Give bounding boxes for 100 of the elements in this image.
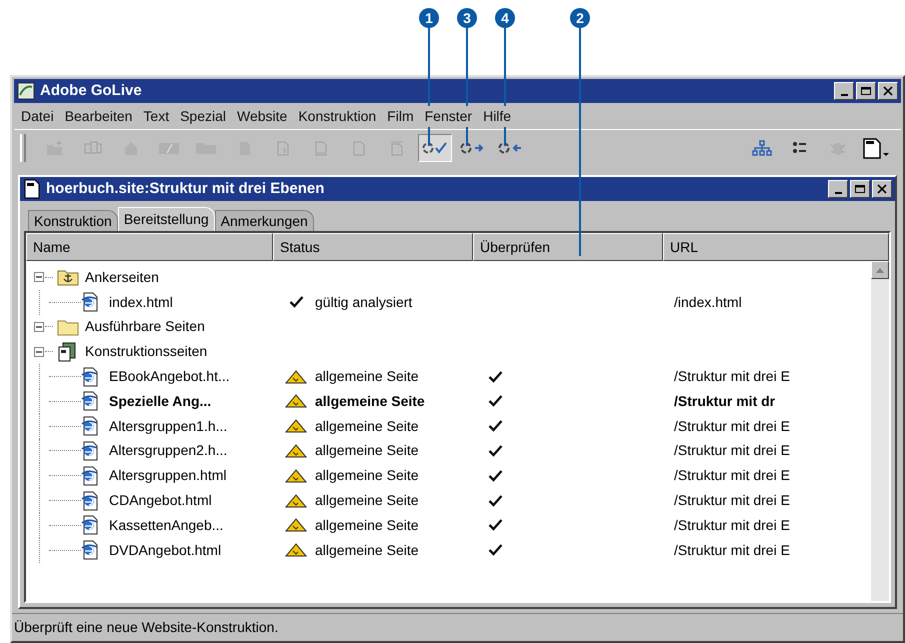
- anchor-folder-icon: [57, 268, 79, 286]
- tree-row[interactable]: Spezielle Ang... allgemeine Seite /Struktur mit dr: [34, 388, 871, 414]
- window-title: hoerbuch.site:Struktur mit drei Ebenen: [46, 178, 326, 199]
- maximize-button[interactable]: [856, 82, 876, 100]
- tab[interactable]: Bereitstellung: [118, 207, 215, 231]
- site-icon: [23, 179, 41, 199]
- sync-check-icon[interactable]: [418, 134, 452, 162]
- tree-item-label[interactable]: KassettenAngeb...: [109, 514, 224, 536]
- url-text: /Struktur mit drei E: [673, 540, 790, 560]
- collapse-icon[interactable]: [34, 346, 44, 357]
- close-button[interactable]: [872, 180, 892, 198]
- warning-icon: [285, 494, 307, 508]
- window-title: Adobe GoLive: [40, 80, 143, 101]
- web-page-icon: [81, 490, 99, 511]
- status-text: allgemeine Seite: [315, 441, 419, 460]
- web-page-icon: [81, 391, 99, 412]
- minimize-icon: [834, 192, 842, 194]
- web-page-icon: [81, 366, 99, 387]
- web-page-icon: [81, 292, 99, 312]
- tree-row[interactable]: Altersgruppen1.h... allgemeine Seite /Struktur mit drei E: [34, 414, 871, 439]
- scrollbar[interactable]: [871, 261, 889, 601]
- callout-number: 3: [457, 8, 477, 28]
- url-text: /index.html: [673, 292, 742, 312]
- tree-row[interactable]: EBookAngebot.ht... allgemeine Seite /Struktur mit drei E: [34, 364, 871, 389]
- tree-row[interactable]: Altersgruppen.html allgemeine Seite /Struktur mit drei E: [34, 463, 871, 488]
- web-page-icon: [81, 540, 99, 560]
- url-text: /Struktur mit drei E: [673, 441, 790, 460]
- tab[interactable]: Anmerkungen: [214, 210, 314, 231]
- tree-row[interactable]: index.html gültig analysiert /index.html: [34, 290, 871, 315]
- folder-icon: [57, 318, 79, 336]
- checkmark-icon: [288, 296, 304, 308]
- tree-item-label[interactable]: Konstruktionsseiten: [85, 341, 208, 362]
- checkmark-icon: [488, 370, 503, 383]
- status-text: allgemeine Seite: [315, 392, 425, 411]
- tree-item-label[interactable]: index.html: [109, 292, 173, 313]
- tree-item-label[interactable]: DVDAngebot.html: [109, 540, 222, 561]
- checkmark-icon: [488, 420, 503, 432]
- tab[interactable]: Konstruktion: [28, 210, 118, 231]
- scroll-up-button[interactable]: [871, 261, 889, 279]
- checkmark-icon: [488, 395, 503, 408]
- warning-icon: [285, 543, 307, 558]
- tree-item-label[interactable]: Spezielle Ang...: [109, 390, 212, 412]
- column-header[interactable]: Status: [273, 233, 473, 261]
- minimize-button[interactable]: [834, 82, 854, 100]
- url-text: /Struktur mit drei E: [673, 367, 790, 386]
- url-text: /Struktur mit drei E: [673, 416, 790, 436]
- url-text: /Struktur mit drei E: [673, 466, 790, 486]
- tree-row[interactable]: KassettenAngeb... allgemeine Seite /Struktur mit drei E: [34, 512, 871, 538]
- status-text: allgemeine Seite: [315, 516, 419, 535]
- maximize-icon: [860, 86, 872, 96]
- column-header[interactable]: Name: [26, 233, 273, 261]
- tree-row[interactable]: CDAngebot.html allgemeine Seite /Struktur mit drei E: [34, 488, 871, 513]
- web-page-icon: [81, 466, 99, 486]
- callout-number: 4: [495, 8, 515, 28]
- checkmark-icon: [488, 470, 503, 482]
- tree-row[interactable]: Altersgruppen2.h... allgemeine Seite /Struktur mit drei E: [34, 438, 871, 464]
- collapse-icon[interactable]: [34, 322, 44, 332]
- checkmark-icon: [488, 544, 503, 556]
- tree-item-label[interactable]: EBookAngebot.ht...: [109, 366, 230, 388]
- tree-item-label[interactable]: Altersgruppen2.h...: [109, 440, 228, 462]
- close-button[interactable]: [878, 82, 898, 100]
- minimize-button[interactable]: [828, 180, 848, 198]
- tree-item-label[interactable]: Ausführbare Seiten: [85, 316, 205, 338]
- callout-number: 2: [570, 8, 590, 28]
- callout-number: 1: [419, 8, 439, 28]
- checkmark-icon: [488, 519, 503, 532]
- tree-item-label[interactable]: Altersgruppen.html: [109, 465, 227, 486]
- warning-icon: [285, 468, 307, 483]
- tree-row[interactable]: DVDAngebot.html allgemeine Seite /Struktur mit drei E: [34, 538, 871, 563]
- warning-icon: [285, 444, 307, 458]
- web-page-icon: [81, 515, 99, 536]
- warning-icon: [285, 370, 307, 384]
- status-text: Überprüft eine neue Website-Konstruktion.: [14, 618, 278, 637]
- status-text: allgemeine Seite: [315, 367, 419, 386]
- status-text: allgemeine Seite: [315, 491, 419, 510]
- up-arrow-icon: [876, 268, 884, 272]
- collapse-icon[interactable]: [34, 272, 44, 282]
- url-text: /Struktur mit dr: [673, 392, 776, 411]
- url-text: /Struktur mit drei E: [673, 491, 790, 510]
- checkmark-icon: [488, 444, 503, 457]
- column-header[interactable]: Überprüfen: [473, 233, 663, 261]
- web-page-icon: [81, 416, 99, 436]
- toolbar-grip[interactable]: [20, 134, 26, 162]
- status-text: allgemeine Seite: [315, 416, 419, 436]
- maximize-button[interactable]: [850, 180, 870, 198]
- tree-item-label[interactable]: Ankerseiten: [85, 266, 159, 288]
- maximize-icon: [854, 184, 866, 194]
- warning-icon: [285, 419, 307, 434]
- column-header[interactable]: URL: [663, 233, 889, 261]
- url-text: /Struktur mit drei E: [673, 516, 790, 535]
- tree-item-label[interactable]: CDAngebot.html: [109, 490, 212, 512]
- close-icon: [876, 184, 888, 194]
- status-text: gültig analysiert: [315, 292, 412, 312]
- app-icon: [17, 82, 35, 100]
- status-text: allgemeine Seite: [315, 466, 419, 486]
- close-icon: [882, 86, 894, 96]
- minimize-icon: [840, 94, 848, 96]
- warning-icon: [285, 394, 307, 408]
- tree-item-label[interactable]: Altersgruppen1.h...: [109, 416, 228, 437]
- checkmark-icon: [488, 494, 503, 507]
